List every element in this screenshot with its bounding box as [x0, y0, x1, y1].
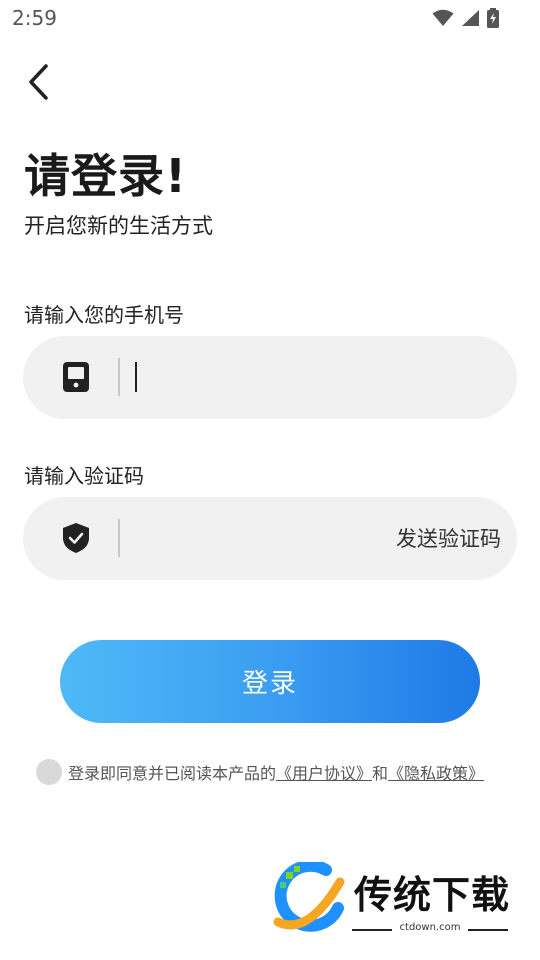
phone-icon: [61, 360, 91, 394]
status-bar: 2:59: [0, 0, 540, 36]
send-code-button[interactable]: 发送验证码: [396, 523, 501, 553]
agreement-row: 登录即同意并已阅读本产品的 《用户协议》 和 《隐私政策》: [36, 759, 484, 785]
back-button[interactable]: [18, 60, 58, 104]
watermark-url: ctdown.com: [352, 922, 508, 933]
agree-checkbox[interactable]: [36, 759, 62, 785]
phone-input[interactable]: [133, 356, 383, 398]
watermark-logo-icon: [273, 862, 345, 932]
shield-check-icon: [61, 521, 91, 555]
status-icons: [432, 8, 500, 28]
user-agreement-link[interactable]: 《用户协议》: [276, 760, 372, 784]
phone-input-box[interactable]: [23, 336, 517, 419]
code-divider: [118, 519, 120, 557]
watermark: 传统下载 ctdown.com: [268, 860, 518, 940]
status-time: 2:59: [12, 6, 57, 30]
privacy-policy-link[interactable]: 《隐私政策》: [388, 760, 484, 784]
phone-divider: [118, 358, 120, 396]
agreement-and: 和: [372, 764, 389, 783]
text-cursor: [135, 362, 137, 392]
watermark-brand: 传统下载: [354, 873, 511, 917]
code-label: 请输入验证码: [24, 464, 144, 488]
page-title: 请登录!: [24, 149, 187, 203]
login-button[interactable]: 登录: [60, 640, 480, 723]
wifi-icon: [432, 9, 454, 26]
code-input[interactable]: [133, 517, 383, 559]
agreement-text: 登录即同意并已阅读本产品的: [68, 764, 277, 783]
code-input-box[interactable]: 发送验证码: [23, 497, 517, 580]
battery-icon: [487, 8, 499, 28]
phone-label: 请输入您的手机号: [24, 303, 184, 327]
page-subtitle: 开启您新的生活方式: [24, 214, 213, 238]
back-arrow-icon: [29, 64, 48, 100]
signal-icon: [462, 10, 479, 26]
